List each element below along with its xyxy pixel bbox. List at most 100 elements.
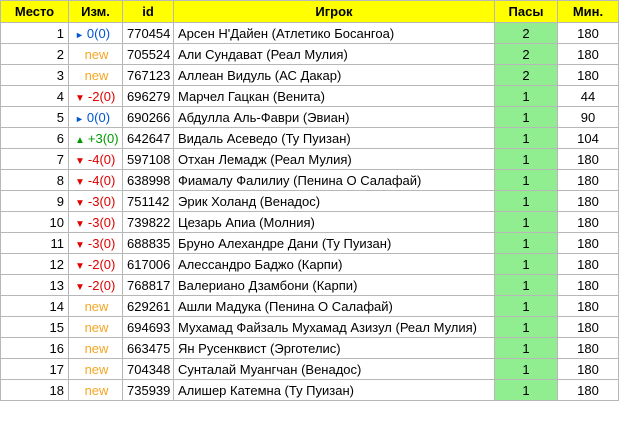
id-cell: 739822 <box>122 211 174 233</box>
player-cell: Али Сундават (Реал Мулия) <box>173 43 495 65</box>
table-header: Место Изм. id Игрок Пасы Мин. <box>0 0 619 23</box>
change-value: -3(0) <box>87 193 116 209</box>
table-row: 15 new 694693 Мухамад Файзаль Мухамад Азизу… <box>0 316 619 338</box>
header-minutes[interactable]: Мин. <box>557 0 619 23</box>
passes-cell: 1 <box>494 274 558 296</box>
minutes-cell: 180 <box>557 316 619 338</box>
arrow-right-icon: ► <box>75 113 84 124</box>
change-cell: new <box>68 295 123 317</box>
id-cell: 704348 <box>122 358 174 380</box>
change-cell: ► 0(0) <box>68 106 123 128</box>
change-cell: ▼ -4(0) <box>68 169 123 191</box>
arrow-down-icon: ▼ <box>75 92 85 104</box>
arrow-down-icon: ▼ <box>75 218 85 230</box>
table-row: 1 ► 0(0) 770454 Арсен Н'Дайен (Атлетико Боса… <box>0 22 619 44</box>
change-value: -2(0) <box>87 277 116 293</box>
change-cell: ▼ -3(0) <box>68 190 123 212</box>
minutes-cell: 104 <box>557 127 619 149</box>
id-cell: 663475 <box>122 337 174 359</box>
id-cell: 751142 <box>122 190 174 212</box>
id-cell: 705524 <box>122 43 174 65</box>
passes-cell: 1 <box>494 85 558 107</box>
change-cell: new <box>68 43 123 65</box>
minutes-cell: 180 <box>557 337 619 359</box>
passes-cell: 1 <box>494 358 558 380</box>
table-row: 13 ▼ -2(0) 768817 Валериано Дзамбони (Карпи)… <box>0 274 619 296</box>
place-cell: 16 <box>0 337 69 359</box>
place-cell: 15 <box>0 316 69 338</box>
table-row: 9 ▼ -3(0) 751142 Эрик Холанд (Венадос) 1 180 <box>0 190 619 212</box>
change-cell: ▼ -4(0) <box>68 148 123 170</box>
change-cell: ▼ -2(0) <box>68 274 123 296</box>
player-cell: Абдулла Аль-Фаври (Эвиан) <box>173 106 495 128</box>
minutes-cell: 180 <box>557 274 619 296</box>
place-cell: 8 <box>0 169 69 191</box>
passes-cell: 1 <box>494 379 558 401</box>
player-cell: Эрик Холанд (Венадос) <box>173 190 495 212</box>
table-row: 10 ▼ -3(0) 739822 Цезарь Апиа (Молния) 1 180 <box>0 211 619 233</box>
arrow-right-icon: ► <box>75 29 84 40</box>
table-row: 16 new 663475 Ян Русенквист (Эрготелис) 1 180 <box>0 337 619 359</box>
passes-cell: 1 <box>494 148 558 170</box>
table-row: 2 new 705524 Али Сундават (Реал Мулия) 2 180 <box>0 43 619 65</box>
place-cell: 18 <box>0 379 69 401</box>
id-cell: 696279 <box>122 85 174 107</box>
id-cell: 597108 <box>122 148 174 170</box>
header-change[interactable]: Изм. <box>68 0 123 23</box>
place-cell: 14 <box>0 295 69 317</box>
change-value: -3(0) <box>87 235 116 251</box>
id-cell: 768817 <box>122 274 174 296</box>
change-cell: ▲ +3(0) <box>68 127 123 149</box>
arrow-down-icon: ▼ <box>75 176 85 188</box>
change-value: 0(0) <box>86 25 111 41</box>
header-row: Место Изм. id Игрок Пасы Мин. <box>0 0 619 23</box>
place-cell: 11 <box>0 232 69 254</box>
place-cell: 10 <box>0 211 69 233</box>
minutes-cell: 180 <box>557 232 619 254</box>
table-body: 1 ► 0(0) 770454 Арсен Н'Дайен (Атлетико Боса… <box>0 22 619 401</box>
table-row: 17 new 704348 Сунталай Муангчан (Венадос) 1 1… <box>0 358 619 380</box>
passes-cell: 1 <box>494 337 558 359</box>
table-row: 4 ▼ -2(0) 696279 Марчел Гацкан (Венита) 1 44 <box>0 85 619 107</box>
place-cell: 3 <box>0 64 69 86</box>
player-cell: Алессандро Баджо (Карпи) <box>173 253 495 275</box>
passes-cell: 1 <box>494 106 558 128</box>
id-cell: 767123 <box>122 64 174 86</box>
table-row: 5 ► 0(0) 690266 Абдулла Аль-Фаври (Эвиан) 1 90 <box>0 106 619 128</box>
passes-cell: 2 <box>494 22 558 44</box>
change-value: +3(0) <box>87 130 119 146</box>
place-cell: 17 <box>0 358 69 380</box>
table-row: 3 new 767123 Аллеан Видуль (АС Дакар) 2 180 <box>0 64 619 86</box>
passes-cell: 1 <box>494 295 558 317</box>
place-cell: 2 <box>0 43 69 65</box>
player-cell: Валериано Дзамбони (Карпи) <box>173 274 495 296</box>
change-cell: new <box>68 64 123 86</box>
arrow-down-icon: ▼ <box>75 197 85 209</box>
player-cell: Отхан Лемадж (Реал Мулия) <box>173 148 495 170</box>
minutes-cell: 180 <box>557 358 619 380</box>
place-cell: 7 <box>0 148 69 170</box>
id-cell: 694693 <box>122 316 174 338</box>
header-passes[interactable]: Пасы <box>494 0 558 23</box>
id-cell: 688835 <box>122 232 174 254</box>
passes-cell: 1 <box>494 253 558 275</box>
player-cell: Мухамад Файзаль Мухамад Азизул (Реал Мул… <box>173 316 495 338</box>
passes-cell: 2 <box>494 43 558 65</box>
minutes-cell: 180 <box>557 148 619 170</box>
header-player[interactable]: Игрок <box>173 0 495 23</box>
change-cell: ► 0(0) <box>68 22 123 44</box>
header-place[interactable]: Место <box>0 0 69 23</box>
table-row: 14 new 629261 Ашли Мадука (Пенина О Салафай… <box>0 295 619 317</box>
arrow-down-icon: ▼ <box>75 155 85 167</box>
table-row: 7 ▼ -4(0) 597108 Отхан Лемадж (Реал Мулия) 1 1… <box>0 148 619 170</box>
arrow-down-icon: ▼ <box>75 260 85 272</box>
change-cell: new <box>68 379 123 401</box>
id-cell: 642647 <box>122 127 174 149</box>
minutes-cell: 180 <box>557 64 619 86</box>
id-cell: 735939 <box>122 379 174 401</box>
place-cell: 9 <box>0 190 69 212</box>
header-id[interactable]: id <box>122 0 174 23</box>
place-cell: 6 <box>0 127 69 149</box>
minutes-cell: 180 <box>557 190 619 212</box>
id-cell: 617006 <box>122 253 174 275</box>
